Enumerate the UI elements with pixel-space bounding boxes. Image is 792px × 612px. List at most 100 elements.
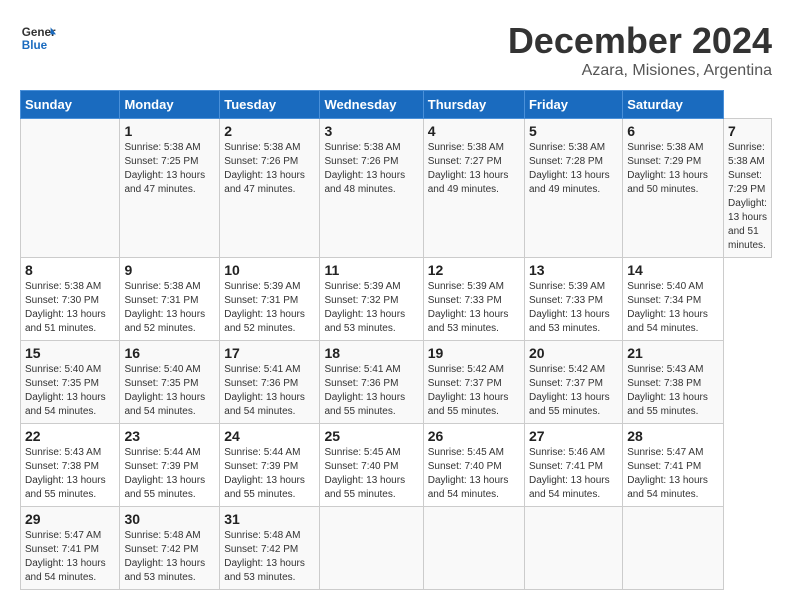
day-detail: Sunrise: 5:42 AMSunset: 7:37 PMDaylight:… xyxy=(428,364,509,417)
day-detail: Sunrise: 5:39 AMSunset: 7:32 PMDaylight:… xyxy=(324,281,405,334)
day-number: 27 xyxy=(529,428,618,444)
calendar-cell: 24 Sunrise: 5:44 AMSunset: 7:39 PMDaylig… xyxy=(220,424,320,507)
calendar-cell xyxy=(423,507,524,590)
day-detail: Sunrise: 5:41 AMSunset: 7:36 PMDaylight:… xyxy=(224,364,305,417)
day-detail: Sunrise: 5:48 AMSunset: 7:42 PMDaylight:… xyxy=(124,530,205,583)
calendar-cell: 15 Sunrise: 5:40 AMSunset: 7:35 PMDaylig… xyxy=(21,341,120,424)
calendar-cell: 19 Sunrise: 5:42 AMSunset: 7:37 PMDaylig… xyxy=(423,341,524,424)
calendar-cell: 27 Sunrise: 5:46 AMSunset: 7:41 PMDaylig… xyxy=(524,424,622,507)
day-number: 31 xyxy=(224,511,315,527)
day-detail: Sunrise: 5:38 AMSunset: 7:29 PMDaylight:… xyxy=(728,142,767,251)
calendar-cell: 8 Sunrise: 5:38 AMSunset: 7:30 PMDayligh… xyxy=(21,258,120,341)
day-number: 13 xyxy=(529,262,618,278)
calendar-cell: 14 Sunrise: 5:40 AMSunset: 7:34 PMDaylig… xyxy=(623,258,724,341)
calendar-cell: 28 Sunrise: 5:47 AMSunset: 7:41 PMDaylig… xyxy=(623,424,724,507)
day-number: 17 xyxy=(224,345,315,361)
day-detail: Sunrise: 5:38 AMSunset: 7:31 PMDaylight:… xyxy=(124,281,205,334)
day-detail: Sunrise: 5:38 AMSunset: 7:25 PMDaylight:… xyxy=(124,142,205,195)
day-detail: Sunrise: 5:40 AMSunset: 7:34 PMDaylight:… xyxy=(627,281,708,334)
calendar-week-row: 1 Sunrise: 5:38 AMSunset: 7:25 PMDayligh… xyxy=(21,119,772,258)
header: General Blue December 2024 Azara, Mision… xyxy=(20,20,772,80)
day-header-monday: Monday xyxy=(120,91,220,119)
calendar-cell: 13 Sunrise: 5:39 AMSunset: 7:33 PMDaylig… xyxy=(524,258,622,341)
day-detail: Sunrise: 5:48 AMSunset: 7:42 PMDaylight:… xyxy=(224,530,305,583)
day-number: 6 xyxy=(627,123,719,139)
day-detail: Sunrise: 5:38 AMSunset: 7:27 PMDaylight:… xyxy=(428,142,509,195)
day-number: 2 xyxy=(224,123,315,139)
calendar-cell: 21 Sunrise: 5:43 AMSunset: 7:38 PMDaylig… xyxy=(623,341,724,424)
day-number: 30 xyxy=(124,511,215,527)
calendar-cell: 29 Sunrise: 5:47 AMSunset: 7:41 PMDaylig… xyxy=(21,507,120,590)
day-number: 20 xyxy=(529,345,618,361)
day-number: 21 xyxy=(627,345,719,361)
day-header-thursday: Thursday xyxy=(423,91,524,119)
day-header-tuesday: Tuesday xyxy=(220,91,320,119)
calendar-cell: 26 Sunrise: 5:45 AMSunset: 7:40 PMDaylig… xyxy=(423,424,524,507)
day-detail: Sunrise: 5:46 AMSunset: 7:41 PMDaylight:… xyxy=(529,447,610,500)
calendar-cell: 20 Sunrise: 5:42 AMSunset: 7:37 PMDaylig… xyxy=(524,341,622,424)
title-area: December 2024 Azara, Misiones, Argentina xyxy=(508,20,772,80)
calendar-cell: 4 Sunrise: 5:38 AMSunset: 7:27 PMDayligh… xyxy=(423,119,524,258)
calendar-cell: 23 Sunrise: 5:44 AMSunset: 7:39 PMDaylig… xyxy=(120,424,220,507)
day-detail: Sunrise: 5:44 AMSunset: 7:39 PMDaylight:… xyxy=(124,447,205,500)
calendar-cell xyxy=(623,507,724,590)
calendar-cell: 22 Sunrise: 5:43 AMSunset: 7:38 PMDaylig… xyxy=(21,424,120,507)
day-detail: Sunrise: 5:38 AMSunset: 7:26 PMDaylight:… xyxy=(224,142,305,195)
calendar-table: SundayMondayTuesdayWednesdayThursdayFrid… xyxy=(20,90,772,590)
day-number: 3 xyxy=(324,123,418,139)
day-detail: Sunrise: 5:38 AMSunset: 7:29 PMDaylight:… xyxy=(627,142,708,195)
calendar-cell xyxy=(320,507,423,590)
calendar-cell: 1 Sunrise: 5:38 AMSunset: 7:25 PMDayligh… xyxy=(120,119,220,258)
day-detail: Sunrise: 5:43 AMSunset: 7:38 PMDaylight:… xyxy=(25,447,106,500)
calendar-cell: 7 Sunrise: 5:38 AMSunset: 7:29 PMDayligh… xyxy=(724,119,772,258)
day-detail: Sunrise: 5:44 AMSunset: 7:39 PMDaylight:… xyxy=(224,447,305,500)
day-detail: Sunrise: 5:38 AMSunset: 7:28 PMDaylight:… xyxy=(529,142,610,195)
day-number: 23 xyxy=(124,428,215,444)
day-detail: Sunrise: 5:42 AMSunset: 7:37 PMDaylight:… xyxy=(529,364,610,417)
calendar-cell xyxy=(21,119,120,258)
calendar-cell: 2 Sunrise: 5:38 AMSunset: 7:26 PMDayligh… xyxy=(220,119,320,258)
day-number: 18 xyxy=(324,345,418,361)
calendar-body: 1 Sunrise: 5:38 AMSunset: 7:25 PMDayligh… xyxy=(21,119,772,590)
calendar-cell: 10 Sunrise: 5:39 AMSunset: 7:31 PMDaylig… xyxy=(220,258,320,341)
day-number: 11 xyxy=(324,262,418,278)
calendar-week-row: 8 Sunrise: 5:38 AMSunset: 7:30 PMDayligh… xyxy=(21,258,772,341)
day-detail: Sunrise: 5:47 AMSunset: 7:41 PMDaylight:… xyxy=(25,530,106,583)
calendar-cell: 18 Sunrise: 5:41 AMSunset: 7:36 PMDaylig… xyxy=(320,341,423,424)
day-number: 29 xyxy=(25,511,115,527)
day-header-saturday: Saturday xyxy=(623,91,724,119)
svg-text:Blue: Blue xyxy=(22,39,48,52)
location-subtitle: Azara, Misiones, Argentina xyxy=(508,62,772,80)
day-detail: Sunrise: 5:38 AMSunset: 7:30 PMDaylight:… xyxy=(25,281,106,334)
day-detail: Sunrise: 5:38 AMSunset: 7:26 PMDaylight:… xyxy=(324,142,405,195)
calendar-cell: 30 Sunrise: 5:48 AMSunset: 7:42 PMDaylig… xyxy=(120,507,220,590)
day-detail: Sunrise: 5:39 AMSunset: 7:33 PMDaylight:… xyxy=(529,281,610,334)
logo: General Blue xyxy=(20,20,56,56)
day-number: 10 xyxy=(224,262,315,278)
calendar-week-row: 15 Sunrise: 5:40 AMSunset: 7:35 PMDaylig… xyxy=(21,341,772,424)
calendar-cell: 16 Sunrise: 5:40 AMSunset: 7:35 PMDaylig… xyxy=(120,341,220,424)
day-number: 8 xyxy=(25,262,115,278)
day-number: 9 xyxy=(124,262,215,278)
day-number: 5 xyxy=(529,123,618,139)
day-detail: Sunrise: 5:45 AMSunset: 7:40 PMDaylight:… xyxy=(324,447,405,500)
calendar-cell: 6 Sunrise: 5:38 AMSunset: 7:29 PMDayligh… xyxy=(623,119,724,258)
day-number: 16 xyxy=(124,345,215,361)
calendar-cell: 25 Sunrise: 5:45 AMSunset: 7:40 PMDaylig… xyxy=(320,424,423,507)
calendar-cell: 12 Sunrise: 5:39 AMSunset: 7:33 PMDaylig… xyxy=(423,258,524,341)
day-number: 7 xyxy=(728,123,767,139)
day-detail: Sunrise: 5:39 AMSunset: 7:31 PMDaylight:… xyxy=(224,281,305,334)
day-header-wednesday: Wednesday xyxy=(320,91,423,119)
day-number: 28 xyxy=(627,428,719,444)
day-header-sunday: Sunday xyxy=(21,91,120,119)
calendar-cell: 3 Sunrise: 5:38 AMSunset: 7:26 PMDayligh… xyxy=(320,119,423,258)
day-detail: Sunrise: 5:45 AMSunset: 7:40 PMDaylight:… xyxy=(428,447,509,500)
day-header-friday: Friday xyxy=(524,91,622,119)
calendar-week-row: 22 Sunrise: 5:43 AMSunset: 7:38 PMDaylig… xyxy=(21,424,772,507)
day-detail: Sunrise: 5:43 AMSunset: 7:38 PMDaylight:… xyxy=(627,364,708,417)
day-number: 19 xyxy=(428,345,520,361)
month-title: December 2024 xyxy=(508,20,772,62)
calendar-week-row: 29 Sunrise: 5:47 AMSunset: 7:41 PMDaylig… xyxy=(21,507,772,590)
day-number: 26 xyxy=(428,428,520,444)
day-number: 14 xyxy=(627,262,719,278)
